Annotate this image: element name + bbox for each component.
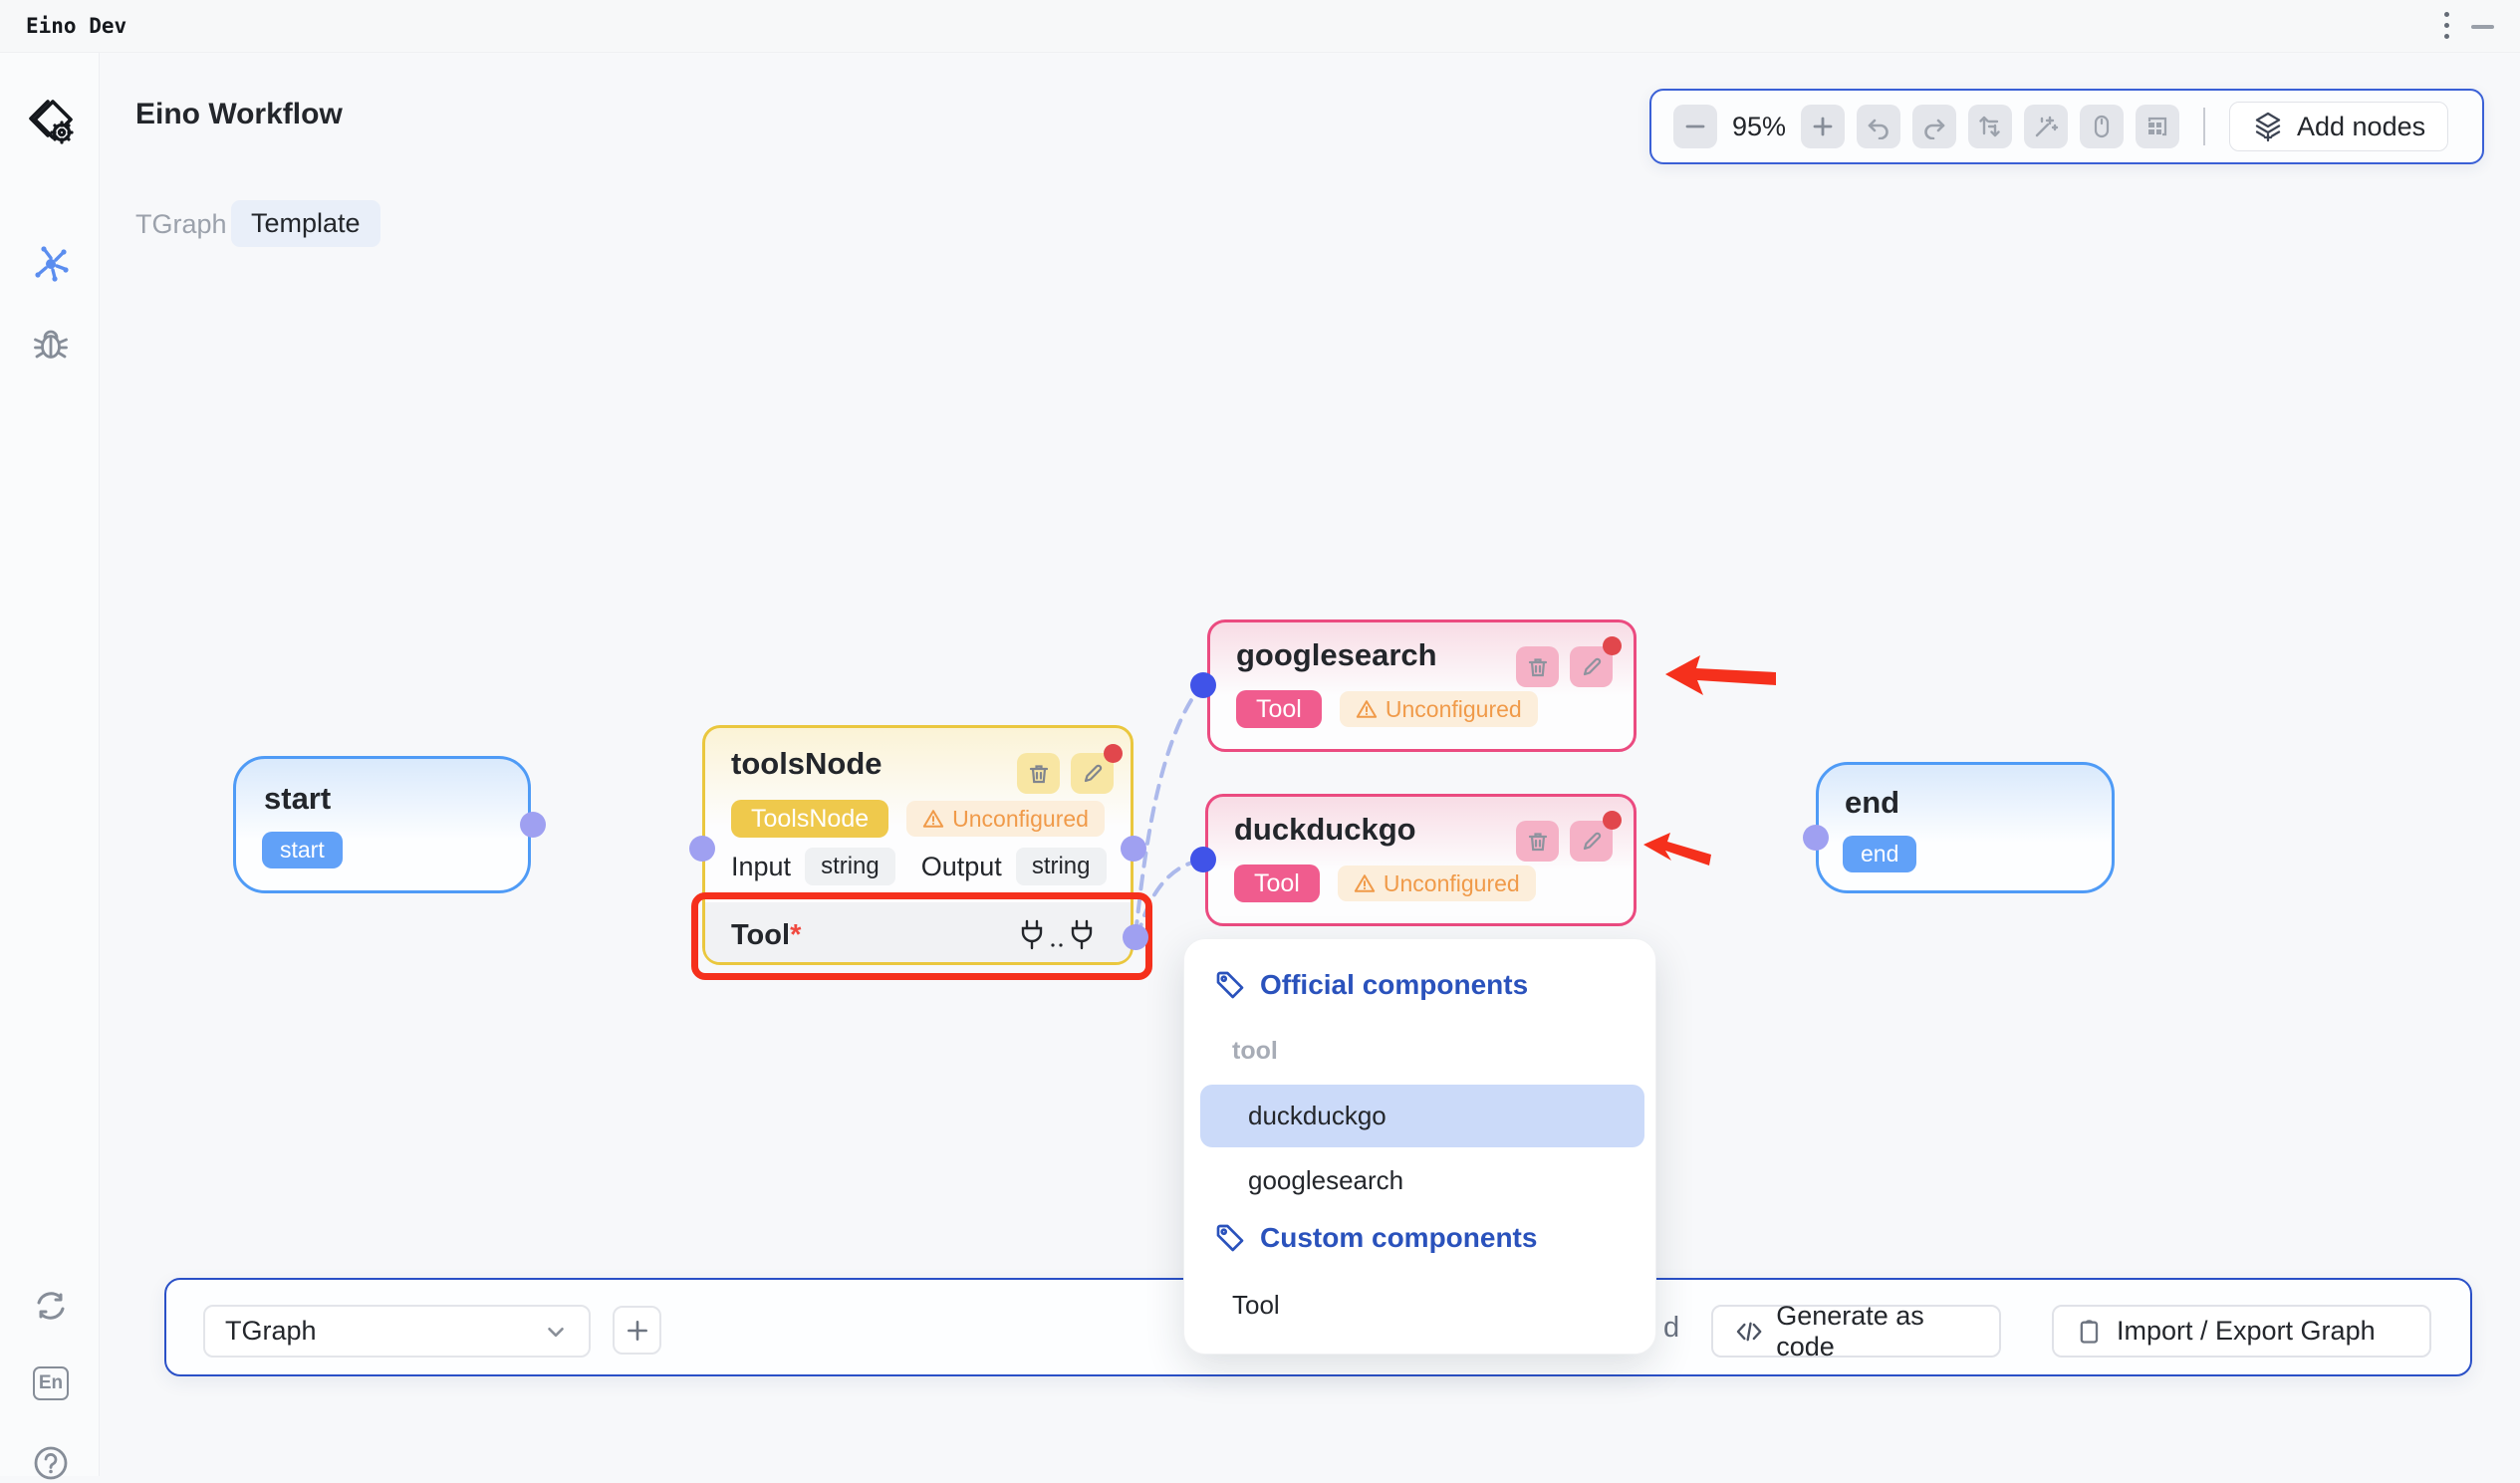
menu-item-tool[interactable]: Tool <box>1232 1290 1280 1321</box>
port-googlesearch-in[interactable] <box>1190 672 1216 698</box>
kebab-menu-icon[interactable] <box>2438 12 2454 42</box>
zoom-level: 95% <box>1729 112 1789 142</box>
node-title: start <box>264 781 331 817</box>
delete-node-button[interactable] <box>1017 753 1060 794</box>
node-title: toolsNode <box>731 746 882 782</box>
warning-icon <box>1354 872 1376 894</box>
menu-item-googlesearch[interactable]: googlesearch <box>1248 1165 1403 1196</box>
mouse-mode-icon[interactable] <box>2080 105 2124 148</box>
plug-icons <box>1019 918 1097 952</box>
official-components-heading: Official components <box>1214 969 1528 1001</box>
warning-icon <box>922 808 944 830</box>
sidebar-item-help-icon[interactable] <box>31 1443 71 1483</box>
port-tool-slot[interactable] <box>1123 924 1148 950</box>
chevron-down-icon <box>543 1319 569 1345</box>
node-googlesearch[interactable]: googlesearch Tool Unconfigured <box>1207 619 1637 752</box>
tool-slot-label: Tool <box>731 919 790 951</box>
layers-plus-icon <box>2252 111 2284 142</box>
red-arrow-duckduckgo <box>1643 833 1711 865</box>
node-title: end <box>1845 785 1899 821</box>
import-export-label: Import / Export Graph <box>2117 1316 2376 1347</box>
undo-button[interactable] <box>1857 105 1900 148</box>
tag-icon <box>1214 969 1246 1001</box>
code-icon <box>1735 1317 1763 1347</box>
tab-tgraph[interactable]: TGraph <box>135 209 227 240</box>
sidebar-item-debug-bug-icon[interactable] <box>31 324 71 364</box>
zoom-in-button[interactable] <box>1801 105 1845 148</box>
add-graph-button[interactable] <box>613 1306 661 1355</box>
toolbar-divider <box>2203 108 2205 145</box>
status-badge: Unconfigured <box>906 801 1105 837</box>
auto-layout-icon[interactable] <box>1968 105 2012 148</box>
window-title: Eino Dev <box>26 14 126 38</box>
edge-tool-to-duckduckgo <box>1137 861 1199 937</box>
app-logo-tag-gear-icon <box>26 93 78 152</box>
node-end[interactable]: end end <box>1816 762 2115 893</box>
input-label: Input <box>731 852 791 882</box>
tab-template[interactable]: Template <box>231 200 380 247</box>
tag-icon <box>1214 1222 1246 1254</box>
delete-node-button[interactable] <box>1516 821 1559 862</box>
menu-item-duckduckgo[interactable]: duckduckgo <box>1200 1085 1644 1147</box>
input-type-pill: string <box>805 848 895 885</box>
notification-dot <box>1104 744 1123 763</box>
node-type-badge: end <box>1843 836 1916 872</box>
status-badge: Unconfigured <box>1338 865 1536 901</box>
language-label: En <box>33 1366 69 1400</box>
node-title: googlesearch <box>1236 637 1437 673</box>
output-type-pill: string <box>1016 848 1107 885</box>
required-marker: * <box>790 919 801 951</box>
node-start[interactable]: start start <box>233 756 531 893</box>
plus-icon <box>625 1318 650 1344</box>
page-title: Eino Workflow <box>135 98 343 131</box>
node-type-badge: start <box>262 832 343 868</box>
zoom-out-button[interactable] <box>1673 105 1717 148</box>
port-end-in[interactable] <box>1803 825 1829 851</box>
output-label: Output <box>921 852 1002 882</box>
custom-components-heading: Custom components <box>1214 1222 1537 1254</box>
add-nodes-button[interactable]: Add nodes <box>2229 102 2448 151</box>
node-kind-badge: Tool <box>1234 865 1320 902</box>
tool-slot-row[interactable]: Tool* <box>705 902 1131 962</box>
sidebar-item-language-icon[interactable]: En <box>31 1363 71 1403</box>
warning-icon <box>1356 698 1378 720</box>
notification-dot <box>1603 811 1622 830</box>
port-toolsnode-in[interactable] <box>689 836 715 862</box>
graph-select[interactable]: TGraph <box>203 1305 591 1358</box>
sidebar-item-sync-icon[interactable] <box>31 1286 71 1326</box>
red-arrow-googlesearch <box>1665 655 1776 695</box>
graph-select-value: TGraph <box>225 1316 317 1347</box>
import-export-graph-button[interactable]: Import / Export Graph <box>2052 1305 2431 1358</box>
node-title: duckduckgo <box>1234 812 1416 848</box>
generate-as-code-button[interactable]: Generate as code <box>1711 1305 2001 1358</box>
magic-wand-icon[interactable] <box>2024 105 2068 148</box>
menu-group-label: tool <box>1232 1037 1278 1066</box>
redo-button[interactable] <box>1912 105 1956 148</box>
add-nodes-label: Add nodes <box>2297 112 2425 142</box>
canvas-toolbar: 95% <box>1649 89 2484 164</box>
notification-dot <box>1603 636 1622 655</box>
edge-tool-to-googlesearch <box>1135 688 1199 934</box>
node-kind-badge: Tool <box>1236 690 1322 728</box>
sidebar: En <box>0 53 100 1476</box>
sidebar-item-workflow-graph-icon[interactable] <box>31 244 71 284</box>
minimap-icon[interactable] <box>2136 105 2179 148</box>
node-duckduckgo[interactable]: duckduckgo Tool Unconfigured <box>1205 794 1637 926</box>
port-duckduckgo-in[interactable] <box>1190 847 1216 872</box>
delete-node-button[interactable] <box>1516 646 1559 687</box>
node-toolsnode[interactable]: toolsNode ToolsNode Unconfigured Input s… <box>702 725 1134 965</box>
window-titlebar: Eino Dev <box>0 0 2520 53</box>
status-badge: Unconfigured <box>1340 691 1538 727</box>
component-menu: Official components tool duckduckgo goog… <box>1183 938 1656 1355</box>
clipboard-icon <box>2076 1318 2104 1346</box>
port-toolsnode-out[interactable] <box>1121 836 1146 862</box>
generate-as-code-label: Generate as code <box>1776 1301 1977 1362</box>
occluded-text: d <box>1663 1312 1679 1345</box>
port-start-out[interactable] <box>520 812 546 838</box>
node-kind-badge: ToolsNode <box>731 800 888 838</box>
minimize-icon[interactable] <box>2471 25 2494 29</box>
